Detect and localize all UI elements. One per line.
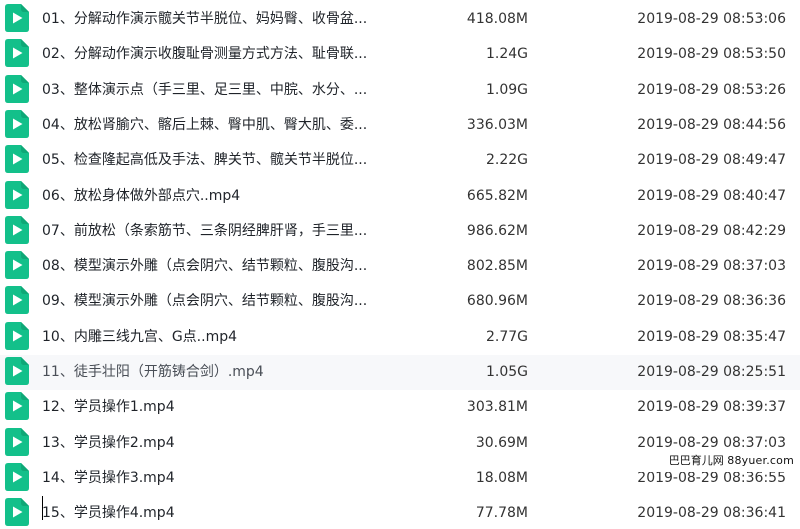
file-size: 18.08M [475, 469, 528, 486]
file-name[interactable]: 08、模型演示外雕（点会阴穴、结节颗粒、腹股沟... [42, 249, 412, 284]
file-row[interactable]: 07、前放松（条索筋节、三条阴经脾肝肾，手三里... 986.62M 2019-08… [0, 213, 800, 249]
play-video-icon[interactable] [5, 109, 29, 138]
file-modified-date: 2019-08-29 08:36:36 [637, 293, 786, 310]
file-row[interactable]: 03、整体演示点（手三里、足三里、中脘、水分、... 1.09G 2019-08-2… [0, 72, 800, 108]
text-cursor [42, 496, 43, 520]
play-video-icon[interactable] [5, 392, 29, 421]
play-video-icon[interactable] [5, 286, 29, 315]
file-row[interactable]: 06、放松身体做外部点穴..mp4 665.82M 2019-08-29 08:40… [0, 178, 800, 214]
watermark: 巴巴育儿网 88yuer.com [628, 450, 798, 472]
file-row[interactable]: 10、内雕三线九宫、G点..mp4 2.77G 2019-08-29 08:35:4… [0, 319, 800, 355]
file-row[interactable]: 12、学员操作1.mp4 303.81M 2019-08-29 08:39:37 [0, 390, 800, 426]
play-video-icon[interactable] [5, 462, 29, 491]
file-size: 1.24G [485, 46, 528, 63]
file-name[interactable]: 10、内雕三线九宫、G点..mp4 [42, 320, 412, 355]
play-video-icon[interactable] [5, 180, 29, 209]
file-name[interactable]: 15、学员操作4.mp4 [42, 496, 412, 529]
file-modified-date: 2019-08-29 08:37:03 [637, 258, 786, 275]
file-row[interactable]: 02、分解动作演示收腹耻骨测量方式方法、耻骨联... 1.24G 2019-08-2… [0, 37, 800, 73]
watermark-site: 巴巴育儿网 [668, 454, 724, 467]
file-name[interactable]: 12、学员操作1.mp4 [42, 390, 412, 425]
file-row[interactable]: 15、学员操作4.mp4 77.78M 2019-08-29 08:36:41 [0, 496, 800, 529]
file-size: 986.62M [466, 222, 528, 239]
play-video-icon[interactable] [5, 145, 29, 174]
file-name[interactable]: 02、分解动作演示收腹耻骨测量方式方法、耻骨联... [42, 37, 412, 72]
file-row[interactable]: 08、模型演示外雕（点会阴穴、结节颗粒、腹股沟... 802.85M 2019-08… [0, 249, 800, 285]
file-name[interactable]: 01、分解动作演示髋关节半脱位、妈妈臀、收骨盆... [42, 2, 412, 37]
file-name[interactable]: 13、学员操作2.mp4 [42, 426, 412, 461]
file-name[interactable]: 11、徒手壮阳（开筋铸合剑）.mp4 [42, 355, 412, 390]
file-size: 1.05G [485, 364, 528, 380]
file-modified-date: 2019-08-29 08:53:50 [637, 46, 786, 63]
file-size: 336.03M [466, 116, 528, 133]
play-video-icon[interactable] [5, 357, 29, 385]
file-modified-date: 2019-08-29 08:36:41 [637, 505, 786, 522]
file-size: 665.82M [466, 187, 528, 204]
file-modified-date: 2019-08-29 08:49:47 [637, 152, 786, 169]
file-name[interactable]: 06、放松身体做外部点穴..mp4 [42, 179, 412, 214]
file-name[interactable]: 07、前放松（条索筋节、三条阴经脾肝肾，手三里... [42, 214, 412, 249]
file-modified-date: 2019-08-29 08:42:29 [637, 222, 786, 239]
file-name[interactable]: 09、模型演示外雕（点会阴穴、结节颗粒、腹股沟... [42, 284, 412, 319]
file-size: 418.08M [466, 11, 528, 27]
file-size: 2.22G [485, 152, 528, 169]
file-name[interactable]: 05、检查隆起高低及手法、脾关节、髋关节半脱位... [42, 143, 412, 178]
play-video-icon[interactable] [5, 427, 29, 456]
play-video-icon[interactable] [5, 4, 29, 32]
play-video-icon[interactable] [5, 215, 29, 244]
file-name[interactable]: 04、放松肾腧穴、髂后上棘、臀中肌、臀大肌、委... [42, 108, 412, 143]
file-modified-date: 2019-08-29 08:35:47 [637, 328, 786, 345]
file-size: 2.77G [485, 328, 528, 345]
file-size: 680.96M [466, 293, 528, 310]
file-modified-date: 2019-08-29 08:53:06 [637, 11, 786, 27]
file-modified-date: 2019-08-29 08:25:51 [637, 364, 786, 380]
file-name[interactable]: 03、整体演示点（手三里、足三里、中脘、水分、... [42, 73, 412, 108]
file-row[interactable]: 09、模型演示外雕（点会阴穴、结节颗粒、腹股沟... 680.96M 2019-08… [0, 284, 800, 320]
file-size: 30.69M [475, 434, 528, 451]
file-size: 802.85M [466, 258, 528, 275]
file-name[interactable]: 14、学员操作3.mp4 [42, 461, 412, 496]
file-size: 1.09G [485, 81, 528, 98]
file-size: 77.78M [475, 505, 528, 522]
watermark-domain: 88yuer.com [727, 454, 794, 467]
play-video-icon[interactable] [5, 39, 29, 68]
file-modified-date: 2019-08-29 08:40:47 [637, 187, 786, 204]
file-size: 303.81M [466, 399, 528, 416]
file-list: 01、分解动作演示髋关节半脱位、妈妈臀、收骨盆... 418.08M 2019-08… [0, 0, 800, 529]
file-row[interactable]: 05、检查隆起高低及手法、脾关节、髋关节半脱位... 2.22G 2019-08-2… [0, 143, 800, 179]
file-row[interactable]: 11、徒手壮阳（开筋铸合剑）.mp4 1.05G 2019-08-29 08:25:… [0, 355, 800, 390]
play-video-icon[interactable] [5, 251, 29, 280]
file-row[interactable]: 04、放松肾腧穴、髂后上棘、臀中肌、臀大肌、委... 336.03M 2019-08… [0, 107, 800, 143]
file-modified-date: 2019-08-29 08:39:37 [637, 399, 786, 416]
play-video-icon[interactable] [5, 321, 29, 350]
file-row[interactable]: 01、分解动作演示髋关节半脱位、妈妈臀、收骨盆... 418.08M 2019-08… [0, 2, 800, 37]
play-video-icon[interactable] [5, 498, 29, 527]
play-video-icon[interactable] [5, 74, 29, 103]
file-modified-date: 2019-08-29 08:44:56 [637, 116, 786, 133]
file-modified-date: 2019-08-29 08:53:26 [637, 81, 786, 98]
